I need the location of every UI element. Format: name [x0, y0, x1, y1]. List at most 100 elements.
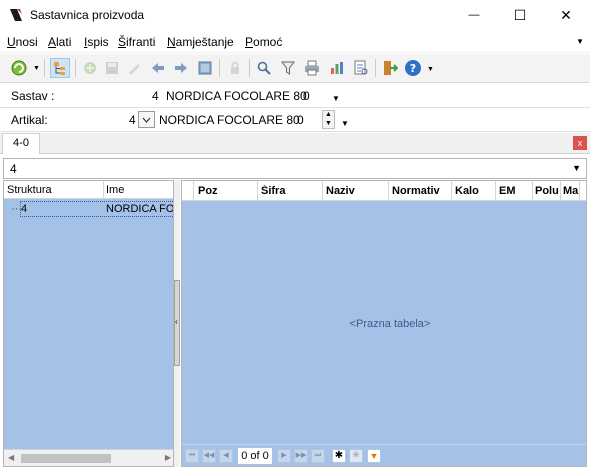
column-separator[interactable] [560, 181, 561, 201]
tree-column-ime[interactable]: Ime [106, 184, 124, 196]
next-page-icon[interactable]: ▶▶ [294, 449, 308, 463]
artikal-label: Artikal: [11, 113, 48, 127]
menu-sifranti[interactable]: Šifranti [118, 35, 155, 49]
grid-column-kalo[interactable]: Kalo [455, 185, 495, 197]
maximize-icon: ☐ [513, 6, 527, 23]
chart-icon [331, 62, 343, 74]
window-title: Sastavnica proizvoda [30, 8, 145, 22]
tab-strip: 4-0 x [0, 133, 590, 154]
spin-up-icon[interactable]: ▲ [325, 111, 332, 118]
report-button[interactable] [351, 58, 371, 78]
column-separator[interactable] [257, 181, 258, 201]
minimize-icon: — [468, 9, 480, 21]
tab-4-0[interactable]: 4-0 [2, 133, 40, 154]
column-separator[interactable] [532, 181, 533, 201]
refresh-dropdown-icon[interactable]: ▼ [33, 65, 40, 72]
artikal-code[interactable]: 4 [129, 113, 136, 127]
add-button[interactable] [80, 58, 100, 78]
menu-namjestanje[interactable]: Namještanje [167, 35, 234, 49]
close-button[interactable]: ✕ [543, 0, 589, 30]
structure-tree[interactable]: Struktura Ime ··· 4 NORDICA FOC ◀ ▶ [3, 180, 174, 467]
collapse-left-icon[interactable]: ‹ [175, 317, 178, 326]
menu-ispis[interactable]: Ispis [84, 35, 109, 49]
grid-column-sifra[interactable]: Šifra [261, 185, 321, 197]
grid-header: Poz Šifra Naziv Normativ Kalo EM Polu Ma [182, 181, 586, 201]
insert-record-icon[interactable]: ✱ [332, 449, 346, 463]
minimize-button[interactable]: — [451, 0, 497, 30]
refresh-button[interactable] [9, 58, 29, 78]
column-separator[interactable] [322, 181, 323, 201]
column-separator[interactable] [388, 181, 389, 201]
spin-down-icon[interactable]: ▼ [325, 120, 332, 127]
previous-record-icon[interactable]: ◀ [219, 449, 233, 463]
tree-view-button[interactable] [50, 58, 70, 78]
scrollbar-thumb[interactable] [21, 454, 111, 463]
help-dropdown-icon[interactable]: ▼ [427, 66, 434, 73]
edit-button[interactable] [124, 58, 144, 78]
menu-unosi-label: nosi [15, 35, 38, 49]
menu-overflow-icon[interactable]: ▼ [576, 37, 584, 46]
grid-column-ma[interactable]: Ma [563, 185, 579, 197]
refresh-icon [11, 60, 27, 76]
column-separator[interactable] [103, 181, 104, 199]
image-button[interactable] [195, 58, 215, 78]
grid-column-normativ[interactable]: Normativ [392, 185, 450, 197]
save-button[interactable] [102, 58, 122, 78]
artikal-dropdown-icon[interactable]: ▼ [341, 119, 349, 128]
edit-icon [129, 64, 140, 75]
next-record-icon[interactable]: ▶ [277, 449, 291, 463]
sastav-dropdown-icon[interactable]: ▼ [332, 94, 340, 103]
forward-button[interactable] [171, 58, 191, 78]
tree-row[interactable]: ··· 4 NORDICA FOC [4, 201, 173, 217]
filter-icon [281, 61, 295, 75]
filter-button[interactable] [278, 58, 298, 78]
filter-records-icon[interactable]: ▼ [367, 449, 381, 463]
empty-table-text: <Prazna tabela> [349, 318, 431, 330]
previous-page-icon[interactable]: ◀◀ [202, 449, 216, 463]
lock-button[interactable] [225, 58, 245, 78]
tree-horizontal-scrollbar[interactable]: ◀ ▶ [4, 449, 173, 466]
search-button[interactable] [254, 58, 274, 78]
save-icon [106, 62, 118, 74]
exit-button[interactable] [380, 58, 400, 78]
close-icon: ✕ [560, 6, 572, 23]
back-icon [152, 63, 164, 73]
grid-column-poz[interactable]: Poz [198, 185, 256, 197]
help-button[interactable]: ? [403, 58, 423, 78]
tree-column-struktura[interactable]: Struktura [7, 184, 52, 196]
column-separator[interactable] [495, 181, 496, 201]
artikal-combo-button[interactable] [138, 111, 155, 128]
grid-column-polu[interactable]: Polu [535, 185, 559, 197]
components-grid[interactable]: Poz Šifra Naziv Normativ Kalo EM Polu Ma… [181, 180, 587, 467]
tree-view-icon [54, 62, 65, 75]
first-page-icon[interactable]: ⏮ [185, 449, 199, 463]
menu-pomoc-label: omoć [253, 35, 283, 49]
artikal-version-spinner[interactable]: ▲ ▼ [322, 110, 335, 129]
grid-column-em[interactable]: EM [499, 185, 531, 197]
column-separator[interactable] [451, 181, 452, 201]
menu-sifranti-label: ifranti [126, 35, 156, 49]
maximize-button[interactable]: ☐ [497, 0, 543, 30]
column-separator[interactable] [579, 181, 580, 201]
scroll-left-icon[interactable]: ◀ [8, 453, 14, 462]
panel-splitter[interactable]: ‹ [174, 180, 180, 467]
menu-unosi[interactable]: Unosi [7, 35, 38, 49]
splitter-grip[interactable]: ‹ [174, 280, 180, 366]
chart-button[interactable] [327, 58, 347, 78]
scroll-right-icon[interactable]: ▶ [165, 453, 171, 462]
toolbar-separator [44, 59, 45, 77]
print-button[interactable] [302, 58, 322, 78]
toolbar-separator [75, 59, 76, 77]
toolbar-separator [219, 59, 220, 77]
menu-alati[interactable]: Alati [48, 35, 71, 49]
chevron-down-icon[interactable]: ▼ [572, 163, 581, 173]
grid-column-naziv[interactable]: Naziv [326, 185, 387, 197]
search-icon [257, 61, 271, 75]
chevron-down-icon [142, 117, 151, 123]
menu-pomoc[interactable]: Pomoć [245, 35, 282, 49]
back-button[interactable] [148, 58, 168, 78]
filter-combo[interactable]: 4 ▼ [3, 158, 587, 179]
tab-close-icon[interactable]: x [573, 136, 587, 150]
last-page-icon[interactable]: ⏭ [311, 449, 325, 463]
append-record-icon[interactable]: ✳ [349, 449, 363, 463]
